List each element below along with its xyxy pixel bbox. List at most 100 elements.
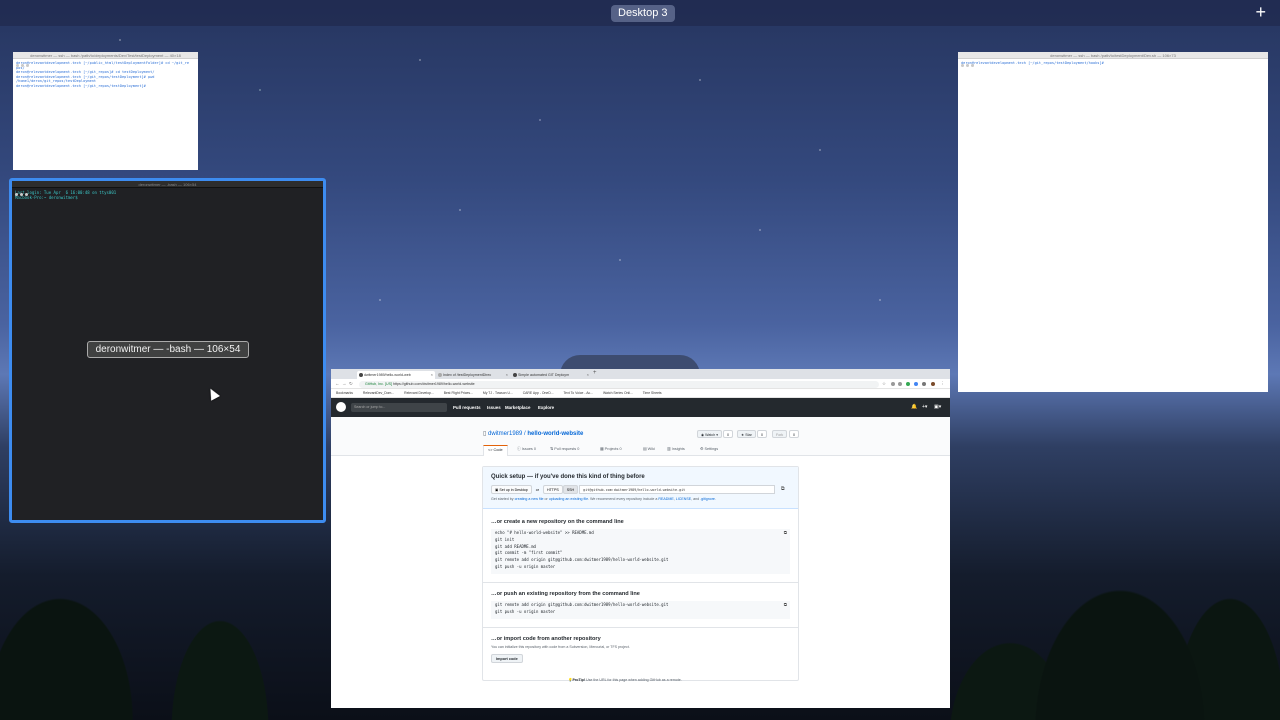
license-link[interactable]: LICENSE xyxy=(676,497,691,501)
copy-clipboard-icon[interactable]: ⧉ xyxy=(781,486,785,492)
gitignore-link[interactable]: .gitignore xyxy=(700,497,715,501)
nav-pull-requests[interactable]: Pull requests xyxy=(453,403,481,412)
readme-link[interactable]: README xyxy=(658,497,673,501)
address-bar[interactable]: GitHub, Inc. [US] https://github.com/dwi… xyxy=(359,381,879,388)
browser-tab-index[interactable]: Index of /testDeploymentDirec × xyxy=(436,371,510,379)
browser-tab-deploy[interactable]: Simple automated GIT Deploym × xyxy=(511,371,591,379)
terminal-main-title: deronwitmer — -bash — 106×54 xyxy=(138,182,197,187)
setup-in-desktop-button[interactable]: ▣ Set up in Desktop xyxy=(491,485,532,494)
github-search-input[interactable]: Search or jump to... xyxy=(351,403,447,412)
bookmark-star-icon[interactable]: ☆ xyxy=(882,381,886,387)
bookmark-item[interactable]: Watch Series Onli... xyxy=(603,391,633,395)
quick-setup-header: Quick setup — if you've done this kind o… xyxy=(483,467,798,509)
create-repo-heading: …or create a new repository on the comma… xyxy=(491,519,624,525)
profile-avatar[interactable] xyxy=(931,382,935,386)
tab-settings[interactable]: ⚙ Settings xyxy=(700,445,718,456)
forward-icon[interactable]: → xyxy=(342,381,347,386)
protip-text: 💡ProTip! Use the URL for this page when … xyxy=(568,678,682,682)
watch-count[interactable]: 0 xyxy=(723,430,733,438)
extension-icon[interactable] xyxy=(898,382,902,386)
bookmark-item[interactable]: Relevant Develop... xyxy=(404,391,434,395)
import-heading: …or import code from another repository xyxy=(491,636,601,642)
browser-window[interactable]: dwitmer1989/hello-world-web × Index of /… xyxy=(331,369,950,708)
star-count[interactable]: 0 xyxy=(757,430,767,438)
tab-code[interactable]: <> Code xyxy=(483,445,508,456)
terminal-window-right[interactable]: deronwitmer — ssh — bash /path/to/testDe… xyxy=(958,52,1268,392)
ssh-toggle[interactable]: SSH xyxy=(562,485,579,494)
push-repo-heading: …or push an existing repository from the… xyxy=(491,591,640,597)
nav-issues[interactable]: Issues xyxy=(487,403,501,412)
terminal-window-small[interactable]: deronwitmer — ssh — bash /path/to/deploy… xyxy=(13,52,198,170)
fork-count[interactable]: 0 xyxy=(789,430,799,438)
fork-button[interactable]: Fork xyxy=(772,430,788,438)
terminal-small-titlebar[interactable]: deronwitmer — ssh — bash /path/to/deploy… xyxy=(13,52,198,67)
github-logo-icon[interactable] xyxy=(336,402,346,412)
create-new-icon[interactable]: +▾ xyxy=(922,403,927,412)
new-tab-button[interactable]: + xyxy=(593,370,597,376)
tab-wiki[interactable]: ▤ Wiki xyxy=(643,445,655,456)
repo-header: ▯ dwitmer1989 / hello-world-website ◉ Wa… xyxy=(331,417,950,456)
github-favicon-icon xyxy=(359,373,363,377)
user-avatar[interactable]: ▣▾ xyxy=(934,403,941,412)
quick-setup-box: Quick setup — if you've done this kind o… xyxy=(482,466,799,681)
watch-button[interactable]: ◉ Watch ▾ xyxy=(697,430,723,438)
repo-name-link[interactable]: hello-world-website xyxy=(527,431,583,437)
bookmark-item[interactable]: My TJ - Towson U... xyxy=(483,391,513,395)
repo-title: ▯ dwitmer1989 / hello-world-website xyxy=(483,431,584,437)
browser-tab-strip: dwitmer1989/hello-world-web × Index of /… xyxy=(331,369,950,385)
close-tab-icon[interactable]: × xyxy=(587,371,589,379)
bookmark-item[interactable]: RelevantDev_Dom... xyxy=(363,391,394,395)
section-divider xyxy=(483,627,798,628)
extension-icon[interactable] xyxy=(891,382,895,386)
tab-insights[interactable]: ▥ Insights xyxy=(667,445,685,456)
reload-icon[interactable]: ↻ xyxy=(349,381,353,387)
repo-owner-link[interactable]: dwitmer1989 xyxy=(488,431,522,437)
browser-toolbar: ← → ↻ GitHub, Inc. [US] https://github.c… xyxy=(331,379,950,389)
page-favicon-icon xyxy=(513,373,517,377)
import-code-button[interactable]: Import code xyxy=(491,654,523,663)
bookmark-item[interactable]: Time Sheets xyxy=(643,391,662,395)
push-repo-code[interactable]: git remote add origin git@github.com:dwi… xyxy=(491,601,790,619)
star-button[interactable]: ★ Star xyxy=(737,430,756,438)
close-tab-icon[interactable]: × xyxy=(431,371,433,379)
copy-clipboard-icon[interactable]: ⧉ xyxy=(784,603,787,610)
bookmark-item[interactable]: Best Flight Prices... xyxy=(444,391,473,395)
window-title-label: deronwitmer — -bash — 106×54 xyxy=(87,341,249,358)
add-desktop-button[interactable]: + xyxy=(1255,3,1266,21)
quick-setup-help: Get started by creating a new file or up… xyxy=(491,497,716,501)
extension-icon[interactable] xyxy=(906,382,910,386)
menu-icon[interactable]: ⋮ xyxy=(940,381,945,387)
tab-projects[interactable]: ▦ Projects 0 xyxy=(600,445,622,456)
desktop-3-thumbnail[interactable]: Desktop 3 xyxy=(611,5,675,22)
terminal-right-output: deron@relevantdevelopment.tech [~/git_re… xyxy=(961,61,1106,65)
bookmark-item[interactable]: Text To Voice - Ac... xyxy=(563,391,593,395)
section-divider xyxy=(483,582,798,583)
bookmark-item[interactable]: CARE App - OneD... xyxy=(523,391,554,395)
terminal-right-title: deronwitmer — ssh — bash /path/to/testDe… xyxy=(1050,53,1176,58)
close-tab-icon[interactable]: × xyxy=(506,371,508,379)
secure-origin-label: GitHub, Inc. [US] xyxy=(365,382,392,386)
bookmarks-bar: Bookmarks RelevantDev_Dom... Relevant De… xyxy=(331,389,950,398)
https-toggle[interactable]: HTTPS xyxy=(542,485,563,494)
create-repo-code[interactable]: echo "# hello-world-website" >> README.m… xyxy=(491,529,790,574)
quick-setup-title: Quick setup — if you've done this kind o… xyxy=(491,474,645,480)
extension-icon[interactable] xyxy=(922,382,926,386)
copy-clipboard-icon[interactable]: ⧉ xyxy=(784,531,787,538)
extension-icon[interactable] xyxy=(914,382,918,386)
tab-issues[interactable]: ⓘ Issues 0 xyxy=(517,445,536,456)
terminal-right-titlebar[interactable]: deronwitmer — ssh — bash /path/to/testDe… xyxy=(958,52,1268,67)
browser-tab-github[interactable]: dwitmer1989/hello-world-web × xyxy=(357,371,435,379)
address-url: https://github.com/dwitmer1989/hello-wor… xyxy=(392,382,475,386)
bookmark-item[interactable]: Bookmarks xyxy=(336,391,353,395)
repo-icon: ▯ xyxy=(483,431,487,437)
nav-marketplace[interactable]: Marketplace xyxy=(505,403,530,412)
upload-file-link[interactable]: uploading an existing file xyxy=(549,497,588,501)
create-new-file-link[interactable]: creating a new file xyxy=(515,497,544,501)
tab-pull-requests[interactable]: ⇅ Pull requests 0 xyxy=(550,445,579,456)
nav-explore[interactable]: Explore xyxy=(538,403,554,412)
notifications-bell-icon[interactable]: 🔔 xyxy=(911,403,917,412)
back-icon[interactable]: ← xyxy=(335,381,340,386)
mission-control-bar: Desktop 3 + xyxy=(0,0,1280,26)
terminal-main-titlebar[interactable]: deronwitmer — -bash — 106×54 xyxy=(12,181,323,196)
clone-url-input[interactable]: git@github.com:dwitmer1989/hello-world-w… xyxy=(579,485,776,494)
